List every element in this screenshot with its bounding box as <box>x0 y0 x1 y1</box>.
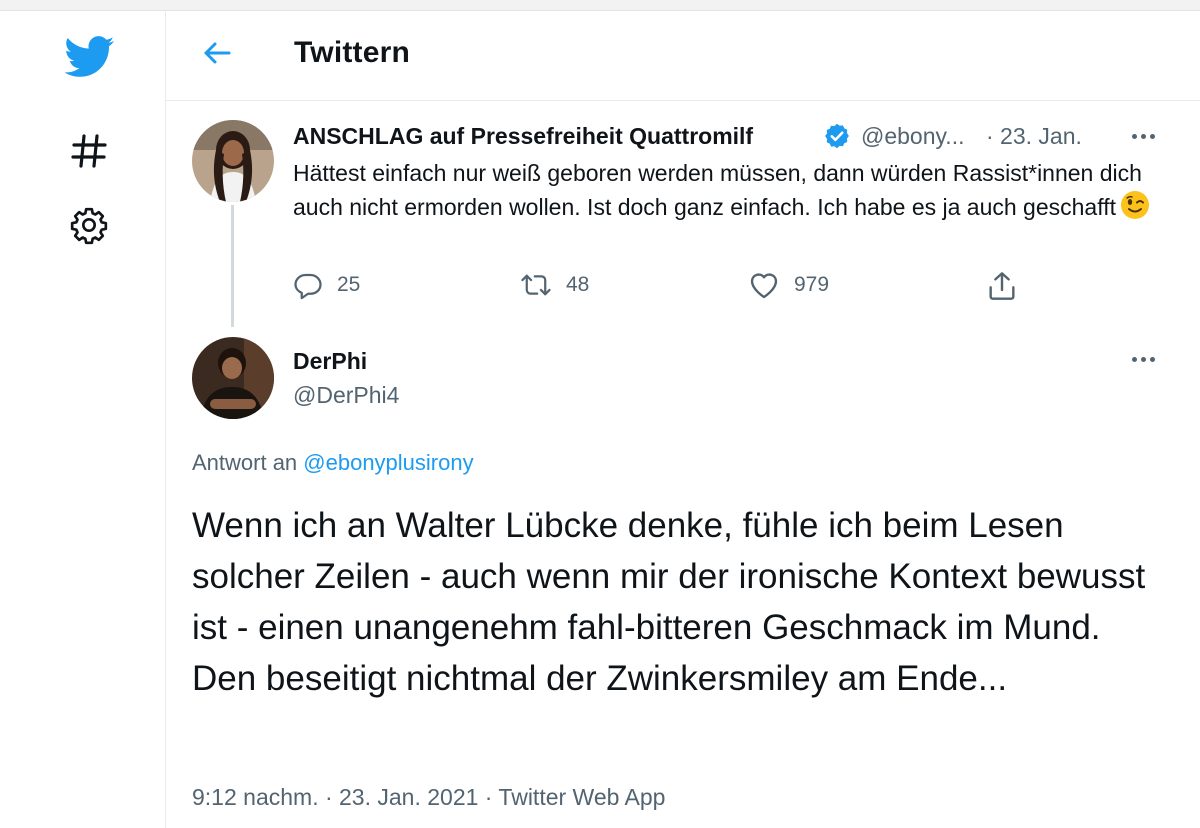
reply-button[interactable]: 25 <box>293 270 360 300</box>
parent-date[interactable]: · 23. Jan. <box>986 123 1082 150</box>
left-nav <box>0 10 165 828</box>
retweet-button[interactable]: 48 <box>520 270 589 300</box>
avatar-main[interactable] <box>192 337 274 419</box>
avatar-parent[interactable] <box>192 120 274 202</box>
main-tweet-text: Wenn ich an Walter Lübcke denke, fühle i… <box>192 506 1146 698</box>
retweet-count: 48 <box>566 273 590 296</box>
winking-face-emoji-icon <box>1120 190 1150 220</box>
gear-icon[interactable] <box>64 200 114 250</box>
retweet-icon <box>521 274 551 296</box>
like-count: 979 <box>794 273 830 296</box>
main-tweet-timestamp[interactable]: 9:12 nachm. · 23. Jan. 2021 · Twitter We… <box>192 784 665 811</box>
share-icon <box>989 272 1015 300</box>
back-button[interactable] <box>200 36 234 70</box>
parent-tweet-text: Hättest einfach nur weiß geboren werden … <box>293 157 1163 224</box>
main-handle[interactable]: @DerPhi4 <box>293 382 399 409</box>
verified-badge-icon <box>823 122 851 150</box>
parent-display-name[interactable]: ANSCHLAG auf Pressefreiheit Quattromilf <box>293 123 753 150</box>
reply-context-prefix: Antwort an <box>192 450 304 475</box>
hashtag-icon[interactable] <box>64 126 114 176</box>
main-display-name[interactable]: DerPhi <box>293 348 367 375</box>
reply-to-link[interactable]: @ebonyplusirony <box>303 450 473 475</box>
reply-context: Antwort an @ebonyplusirony <box>192 450 474 476</box>
like-button[interactable]: 979 <box>748 270 829 300</box>
reply-count: 25 <box>337 273 361 296</box>
main-more-icon[interactable] <box>1132 357 1155 362</box>
twitter-logo-icon[interactable] <box>62 34 118 80</box>
parent-more-icon[interactable] <box>1132 134 1155 139</box>
reply-icon <box>294 273 322 300</box>
page-header: Twittern <box>166 10 1200 101</box>
thread-connector-line <box>231 205 234 327</box>
parent-handle[interactable]: @ebony... <box>861 123 964 150</box>
page-title: Twittern <box>294 36 411 69</box>
share-button[interactable] <box>986 270 1018 302</box>
parent-tweet-text-content: Hättest einfach nur weiß geboren werden … <box>293 160 1142 220</box>
heart-icon <box>750 273 778 299</box>
arrow-left-icon <box>204 42 231 64</box>
